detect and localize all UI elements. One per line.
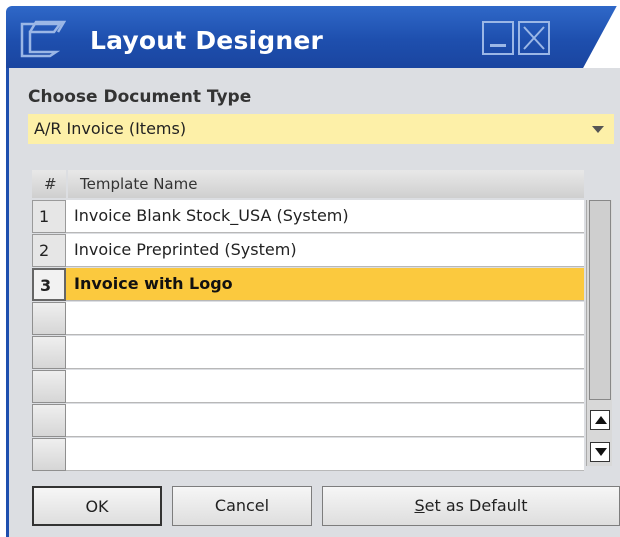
row-number[interactable]: 1 bbox=[32, 200, 66, 233]
row-number-label: 1 bbox=[39, 207, 50, 226]
table-row-empty[interactable] bbox=[32, 438, 584, 472]
row-number[interactable]: 2 bbox=[32, 234, 66, 267]
scroll-down-icon bbox=[595, 448, 607, 456]
minimize-icon[interactable] bbox=[482, 21, 514, 55]
table-row-empty[interactable] bbox=[32, 370, 584, 404]
row-number[interactable] bbox=[32, 404, 66, 437]
set-as-default-button[interactable]: Set as Default bbox=[322, 486, 620, 526]
cancel-button[interactable]: Cancel bbox=[172, 486, 312, 526]
document-type-label: Choose Document Type bbox=[28, 87, 252, 107]
row-number-label: 3 bbox=[40, 276, 52, 295]
row-number[interactable] bbox=[32, 302, 66, 335]
column-header-number[interactable]: # bbox=[32, 170, 66, 198]
table-row-empty[interactable] bbox=[32, 404, 584, 438]
scroll-down-button[interactable] bbox=[590, 442, 610, 462]
template-name-cell[interactable]: Invoice with Logo bbox=[66, 268, 584, 301]
dropdown-arrow-icon[interactable] bbox=[592, 126, 604, 133]
table-row-selected[interactable]: 3 Invoice with Logo bbox=[32, 268, 584, 302]
template-name-cell[interactable] bbox=[66, 404, 584, 437]
column-header-template-name[interactable]: Template Name bbox=[68, 170, 584, 198]
row-number[interactable]: 3 bbox=[32, 268, 66, 301]
row-number-label: 2 bbox=[39, 241, 50, 260]
template-name-label: Invoice with Logo bbox=[74, 274, 233, 293]
template-name-label: Invoice Blank Stock_USA (System) bbox=[74, 206, 349, 225]
template-name-cell[interactable] bbox=[66, 336, 584, 369]
set-as-default-mnemonic: S bbox=[414, 496, 425, 515]
row-number[interactable] bbox=[32, 370, 66, 403]
template-name-cell[interactable] bbox=[66, 438, 584, 471]
template-name-cell[interactable] bbox=[66, 302, 584, 335]
scroll-up-icon bbox=[595, 416, 607, 424]
table-row-empty[interactable] bbox=[32, 302, 584, 336]
template-name-cell[interactable]: Invoice Blank Stock_USA (System) bbox=[66, 200, 584, 233]
column-header-number-label: # bbox=[44, 175, 57, 193]
template-name-cell[interactable]: Invoice Preprinted (System) bbox=[66, 234, 584, 267]
app-window-icon bbox=[20, 20, 66, 58]
maximize-icon[interactable] bbox=[518, 21, 550, 55]
document-type-dropdown[interactable]: A/R Invoice (Items) bbox=[28, 114, 614, 144]
document-type-value: A/R Invoice (Items) bbox=[34, 119, 187, 138]
scroll-up-button[interactable] bbox=[590, 410, 610, 430]
row-number[interactable] bbox=[32, 438, 66, 471]
ok-button[interactable]: OK bbox=[32, 486, 162, 526]
template-name-cell[interactable] bbox=[66, 370, 584, 403]
column-header-template-name-label: Template Name bbox=[80, 175, 198, 193]
set-as-default-label: et as Default bbox=[424, 496, 528, 515]
table-row[interactable]: 2 Invoice Preprinted (System) bbox=[32, 234, 584, 268]
template-name-label: Invoice Preprinted (System) bbox=[74, 240, 297, 259]
scrollbar-thumb[interactable] bbox=[589, 200, 611, 400]
window-title: Layout Designer bbox=[90, 26, 324, 55]
row-number[interactable] bbox=[32, 336, 66, 369]
title-bar[interactable]: Layout Designer bbox=[0, 0, 620, 70]
vertical-scrollbar[interactable] bbox=[586, 200, 612, 466]
table-row[interactable]: 1 Invoice Blank Stock_USA (System) bbox=[32, 200, 584, 234]
table-row-empty[interactable] bbox=[32, 336, 584, 370]
